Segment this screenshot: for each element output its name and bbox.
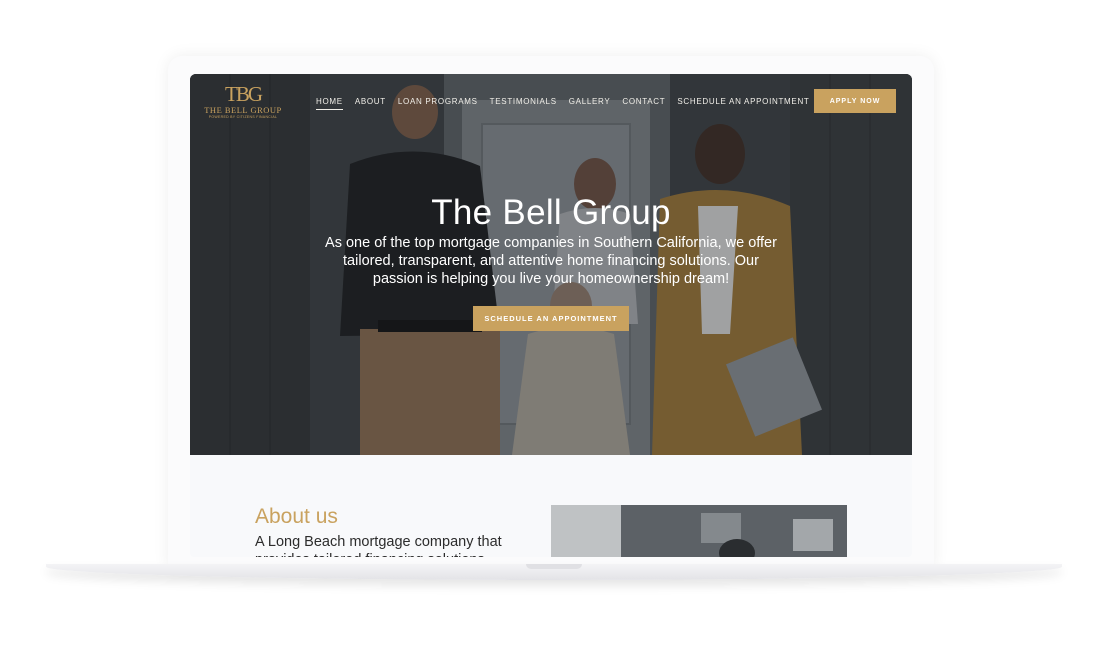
about-title: About us: [255, 505, 338, 528]
apply-now-button[interactable]: APPLY NOW: [814, 89, 896, 113]
about-office-image: [551, 505, 847, 557]
main-nav: HOME ABOUT LOAN PROGRAMS TESTIMONIALS GA…: [316, 96, 822, 110]
laptop-base-notch: [526, 564, 582, 569]
browser-screen: TBG THE BELL GROUP POWERED BY CITIZENS F…: [190, 74, 912, 557]
logo-tagline: POWERED BY CITIZENS FINANCIAL: [208, 115, 278, 119]
nav-item-about[interactable]: ABOUT: [355, 96, 386, 110]
nav-item-gallery[interactable]: GALLERY: [569, 96, 611, 110]
logo-monogram: TBG: [225, 82, 263, 106]
hero-section: TBG THE BELL GROUP POWERED BY CITIZENS F…: [190, 74, 912, 455]
site-logo[interactable]: TBG THE BELL GROUP POWERED BY CITIZENS F…: [204, 83, 282, 120]
nav-item-contact[interactable]: CONTACT: [622, 96, 665, 110]
logo-name: THE BELL GROUP: [204, 105, 282, 115]
nav-item-testimonials[interactable]: TESTIMONIALS: [490, 96, 557, 110]
hero-title: The Bell Group: [431, 193, 671, 232]
nav-item-schedule[interactable]: SCHEDULE AN APPOINTMENT: [677, 96, 809, 110]
nav-item-home[interactable]: HOME: [316, 96, 343, 110]
laptop-base: [46, 564, 1062, 580]
about-description: A Long Beach mortgage company that provi…: [255, 534, 502, 557]
hero-description: As one of the top mortgage companies in …: [325, 235, 777, 287]
schedule-appointment-button[interactable]: SCHEDULE AN APPOINTMENT: [473, 306, 629, 331]
nav-item-loan-programs[interactable]: LOAN PROGRAMS: [398, 96, 478, 110]
